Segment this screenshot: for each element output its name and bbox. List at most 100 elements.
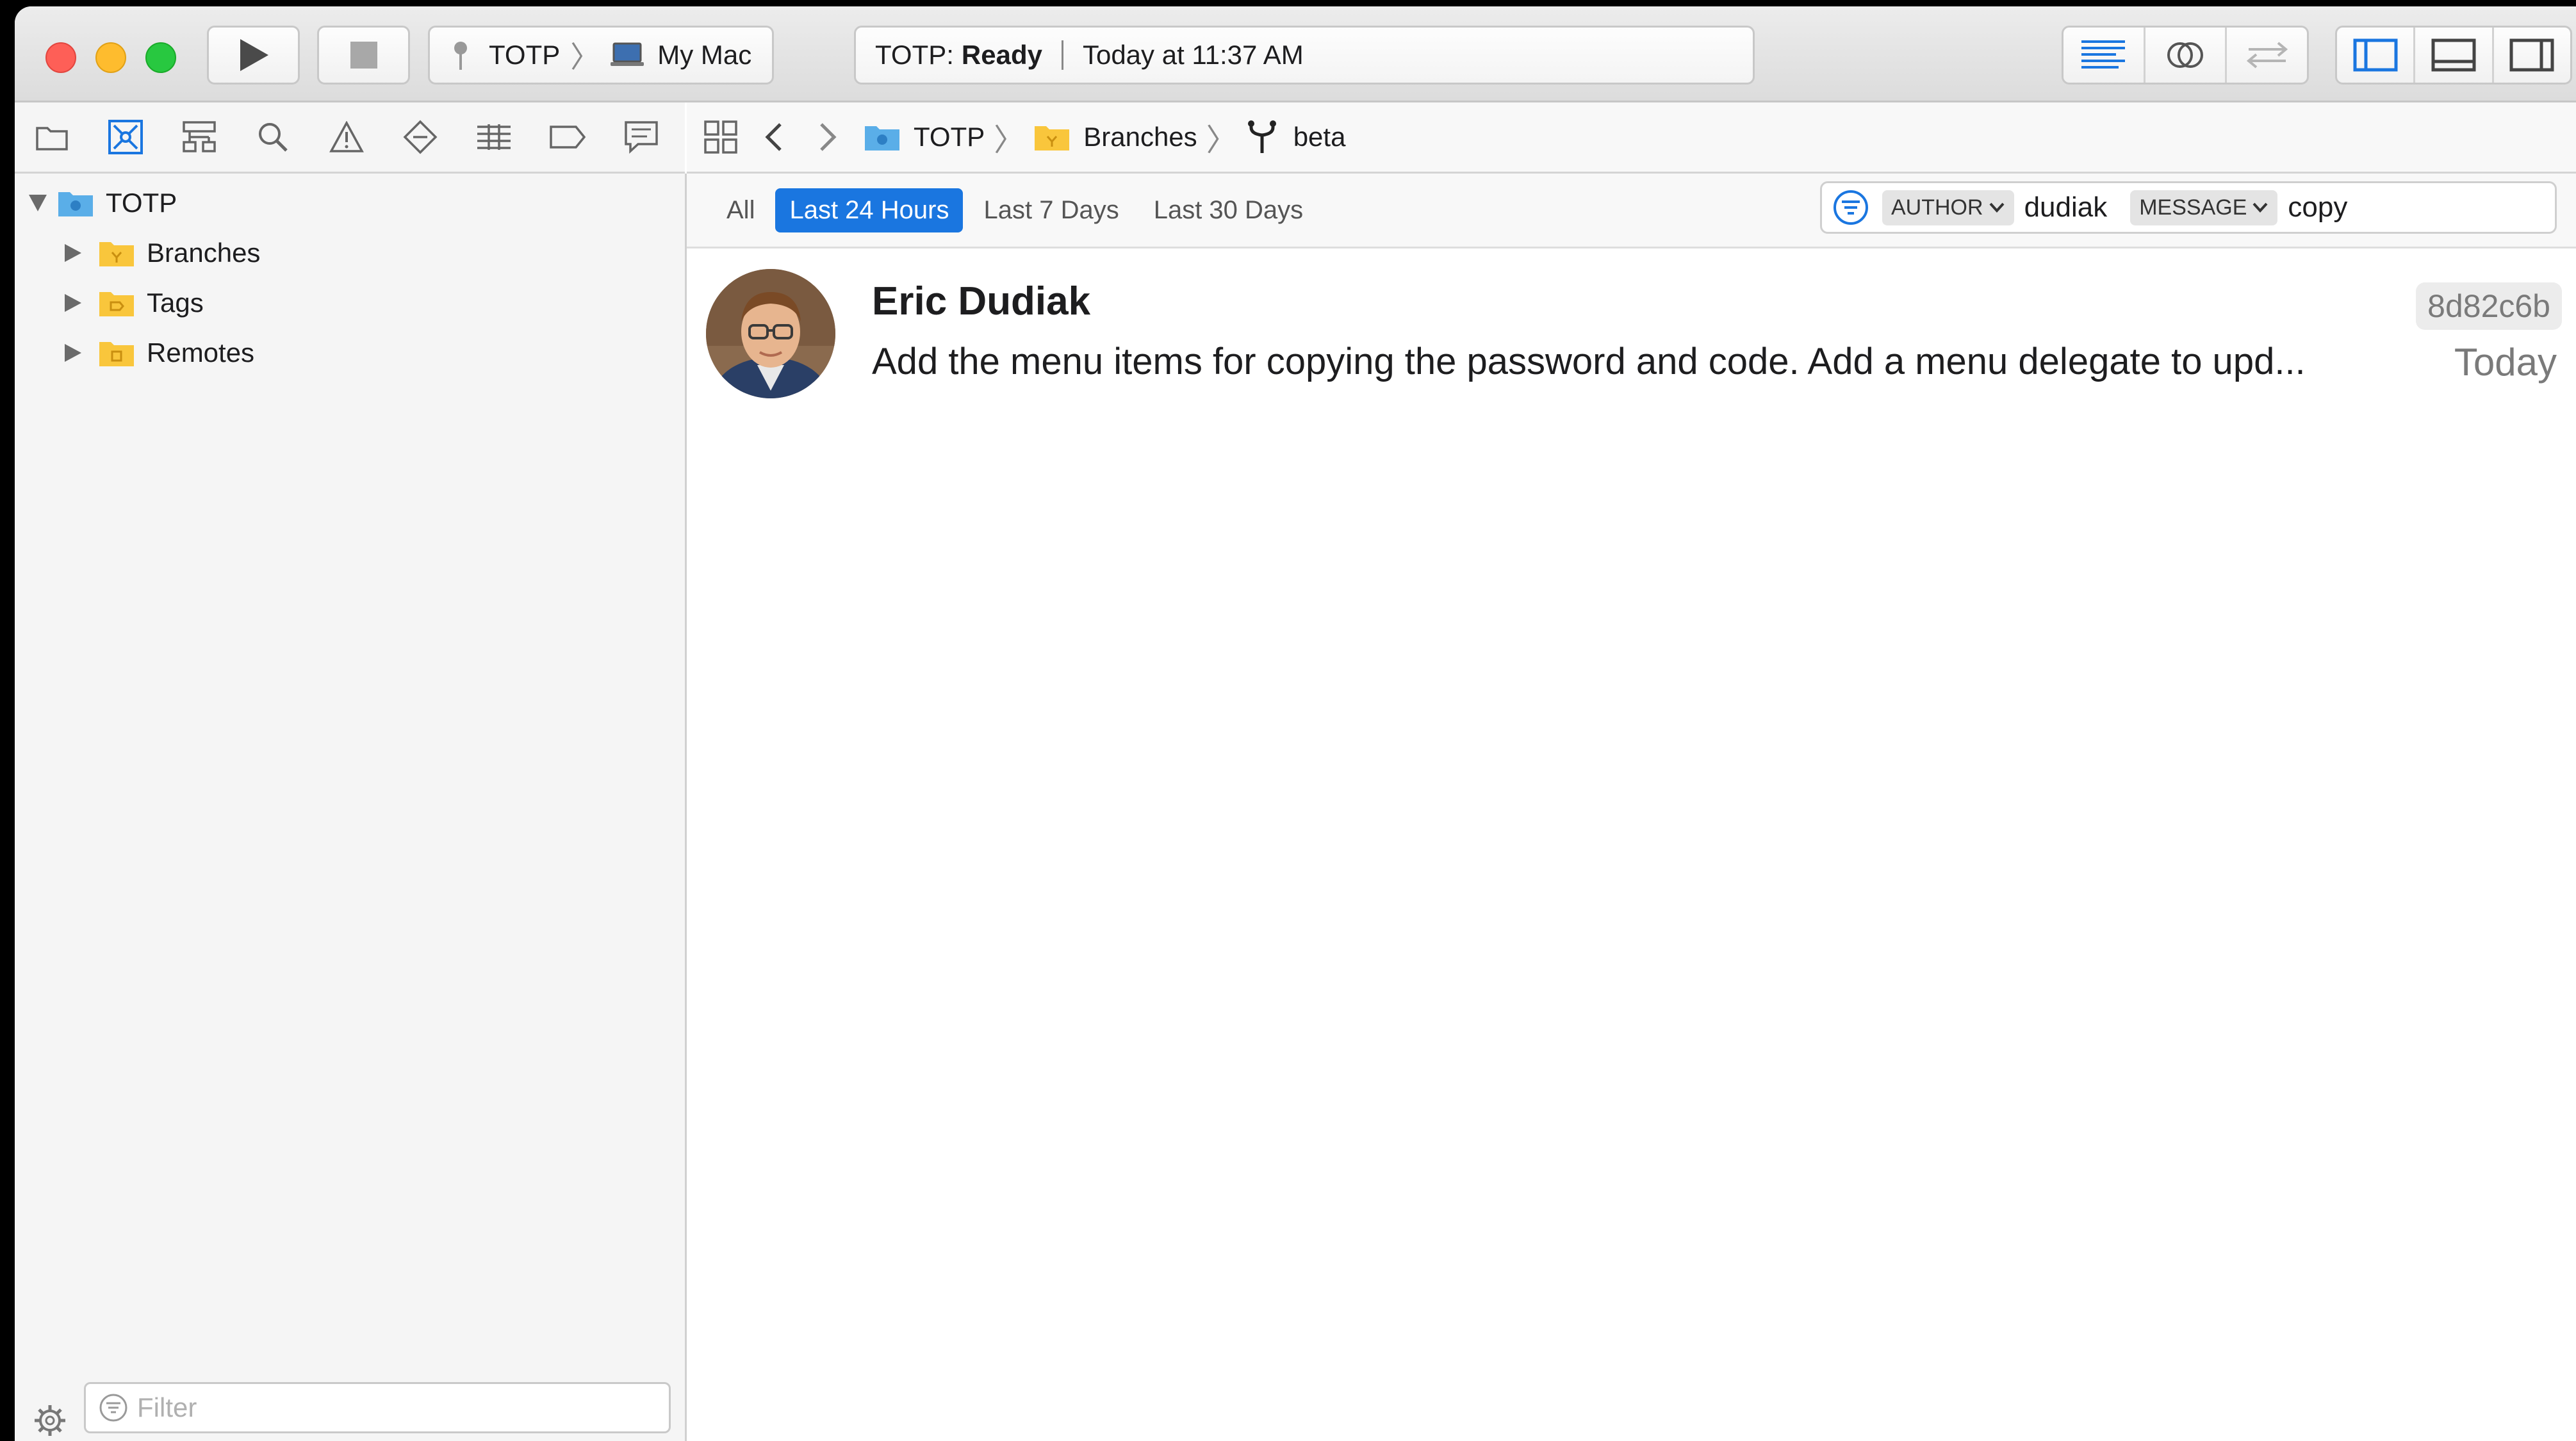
path-separator-icon: 〉 [1206,124,1237,158]
toggle-debug-area-button[interactable] [2415,28,2494,83]
diamond-icon [403,120,437,154]
jump-project[interactable]: TOTP [864,122,985,152]
activity-time: Today at 11:37 AM [1082,40,1304,70]
related-items-grid-icon[interactable] [703,120,738,154]
venn-icon [2167,42,2203,68]
tree-row-root[interactable]: TOTP [29,184,177,222]
commit-sha-badge[interactable]: 8d82c6b [2416,282,2562,330]
stop-button[interactable] [317,26,410,85]
path-separator-icon: 〉 [994,124,1025,158]
project-folder-icon [58,192,93,216]
issue-navigator-tab[interactable] [309,121,383,153]
assistant-editor-button[interactable] [2145,28,2227,83]
activity-status: Ready [961,40,1042,70]
folder-icon [35,127,68,151]
jump-branch-label: beta [1293,122,1346,152]
tree-item-label: Branches [147,238,261,268]
close-window-button[interactable] [45,42,76,73]
minimize-window-button[interactable] [95,42,126,73]
project-folder-icon [865,126,899,151]
editor-mode-control [2062,26,2309,85]
project-navigator-tab[interactable] [15,123,88,151]
filter-icon [99,1394,127,1422]
version-editor-button[interactable] [2227,28,2307,83]
gear-icon[interactable] [33,1403,67,1438]
disclosure-collapsed-icon[interactable] [65,344,81,362]
jump-project-label: TOTP [914,122,985,152]
tree-row-branches[interactable]: Branches [65,234,260,272]
scheme-selector[interactable]: TOTP 〉 My Mac [428,26,774,85]
range-last-30-days[interactable]: Last 30 Days [1140,188,1317,232]
filter-placeholder: Filter [137,1392,197,1422]
range-last-7-days[interactable]: Last 7 Days [969,188,1133,232]
commit-row[interactable]: Eric Dudiak 8d82c6b Add the menu items f… [687,259,2576,407]
jump-group-label: Branches [1083,122,1197,152]
chevron-down-icon [2252,202,2268,213]
jump-bar: TOTP 〉 Branches 〉 beta [687,102,2576,174]
run-button[interactable] [207,26,300,85]
scheme-target-icon [454,42,467,70]
message-token-label: MESSAGE [2139,195,2247,220]
scheme-name[interactable]: TOTP [489,40,560,70]
play-icon [240,39,268,71]
tree-item-label: Remotes [147,338,255,368]
chevron-down-icon [1989,202,2005,213]
jump-group[interactable]: Branches [1033,122,1197,152]
navigator-sidebar: TOTP Branches Tags Remotes [15,174,687,1441]
disclosure-collapsed-icon[interactable] [65,294,81,312]
range-all[interactable]: All [712,188,769,232]
stop-icon [350,42,377,69]
navigator-filter-field[interactable]: Filter [84,1382,671,1433]
chevron-right-icon: 〉 [570,40,600,74]
author-avatar [706,269,835,398]
jump-branch[interactable]: beta [1246,120,1346,154]
chevron-left-icon[interactable] [764,122,783,152]
test-navigator-tab[interactable] [383,120,457,154]
tree-item-label: Tags [147,288,204,318]
message-token[interactable]: MESSAGE [2130,190,2278,225]
author-token-value[interactable]: dudiak [2024,191,2108,224]
breakpoint-navigator-tab[interactable] [530,124,604,150]
gauge-lines-icon [477,124,511,150]
commit-author: Eric Dudiak [872,279,1091,323]
lines-icon [2081,40,2126,69]
tree-row-tags[interactable]: Tags [65,284,204,322]
toggle-inspector-button[interactable] [2494,28,2570,83]
commit-search-field[interactable]: AUTHOR dudiak MESSAGE copy [1820,181,2557,234]
remotes-folder-icon [99,342,134,366]
tree-row-remotes[interactable]: Remotes [65,334,254,372]
source-control-icon [108,120,143,154]
commit-filter-bar: All Last 24 Hours Last 7 Days Last 30 Da… [687,174,2576,248]
author-token-label: AUTHOR [1891,195,1983,220]
disclosure-collapsed-icon[interactable] [65,244,81,262]
warning-icon [329,121,364,152]
destination-name[interactable]: My Mac [657,40,751,70]
arrows-icon [2246,42,2288,69]
branch-icon [1247,120,1276,153]
range-last-24-hours[interactable]: Last 24 Hours [775,188,964,232]
activity-divider [1061,40,1063,70]
disclosure-expanded-icon[interactable] [29,195,47,211]
toggle-navigator-button[interactable] [2337,28,2416,83]
mac-icon [611,42,644,66]
tags-folder-icon [99,292,134,316]
panel-toggle-control [2335,26,2572,85]
search-icon [258,123,288,152]
commit-message: Add the menu items for copying the passw… [872,341,2306,382]
author-token[interactable]: AUTHOR [1882,190,2014,225]
standard-editor-button[interactable] [2063,28,2145,83]
hierarchy-icon [182,121,216,152]
debug-navigator-tab[interactable] [457,123,530,151]
zoom-window-button[interactable] [145,42,176,73]
source-control-navigator-tab[interactable] [88,119,162,155]
activity-viewer: TOTP: Ready Today at 11:37 AM [854,26,1755,85]
right-panel-icon [2509,38,2554,72]
chevron-right-icon[interactable] [819,122,838,152]
message-token-value[interactable]: copy [2288,191,2347,224]
report-navigator-tab[interactable] [604,120,678,154]
tree-root-label: TOTP [106,188,177,218]
find-navigator-tab[interactable] [236,121,309,153]
filter-active-icon[interactable] [1832,189,1869,226]
symbol-navigator-tab[interactable] [162,120,236,154]
speech-bubble-icon [624,121,658,154]
